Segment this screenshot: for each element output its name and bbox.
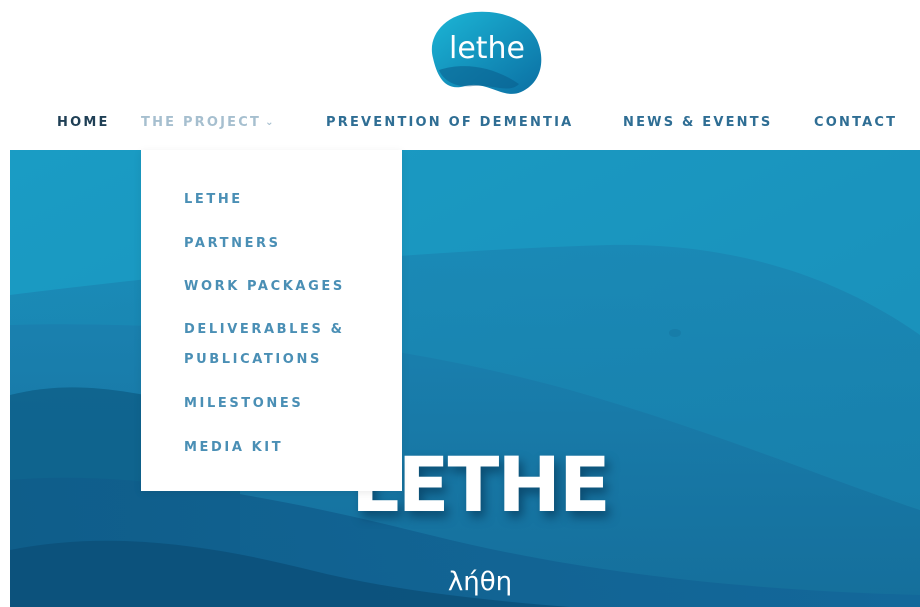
page: lethe HOME THE PROJECT ⌄ PREVENTION OF DE… <box>0 0 920 607</box>
dropdown-item-lethe[interactable]: LETHE <box>184 185 243 215</box>
dropdown-item-milestones[interactable]: MILESTONES <box>184 389 303 419</box>
nav-the-project[interactable]: THE PROJECT ⌄ <box>141 115 273 130</box>
chevron-down-icon: ⌄ <box>265 117 274 128</box>
project-dropdown-menu: LETHE PARTNERS WORK PACKAGES DELIVERABLE… <box>141 150 402 491</box>
nav-prevention-of-dementia[interactable]: PREVENTION OF DEMENTIA <box>326 115 573 130</box>
dropdown-item-partners[interactable]: PARTNERS <box>184 229 281 259</box>
logo-blob-icon: lethe <box>431 11 542 94</box>
dropdown-item-work-packages[interactable]: WORK PACKAGES <box>184 272 345 302</box>
main-nav: HOME THE PROJECT ⌄ PREVENTION OF DEMENTIA… <box>0 112 920 136</box>
nav-home[interactable]: HOME <box>57 115 110 130</box>
logo-text: lethe <box>449 31 525 66</box>
site-logo[interactable]: lethe <box>423 6 547 98</box>
nav-contact[interactable]: CONTACT <box>814 115 897 130</box>
hero-title: LETHE <box>351 440 611 529</box>
dropdown-item-deliverables-publications[interactable]: DELIVERABLES & PUBLICATIONS <box>184 315 345 375</box>
nav-news-events[interactable]: NEWS & EVENTS <box>623 115 772 130</box>
dropdown-item-deliverables-line1: DELIVERABLES & <box>184 322 345 337</box>
nav-the-project-label: THE PROJECT <box>141 115 262 130</box>
hero-subtitle: λήθη <box>447 567 513 597</box>
dropdown-item-media-kit[interactable]: MEDIA KIT <box>184 433 283 463</box>
dropdown-item-deliverables-line2: PUBLICATIONS <box>184 352 322 367</box>
